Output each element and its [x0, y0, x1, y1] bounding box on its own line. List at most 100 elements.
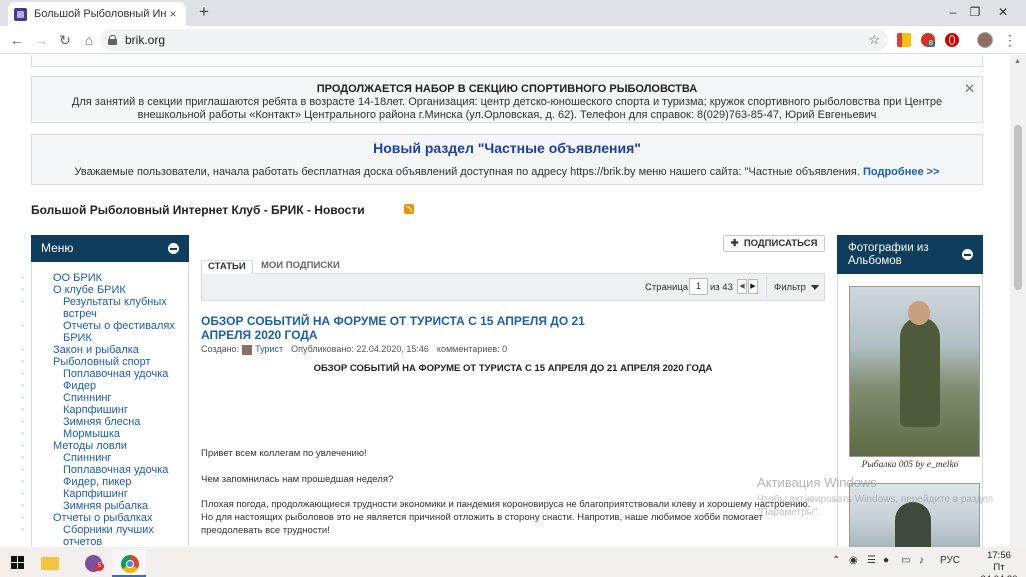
back-arrow-icon[interactable]: ← [8, 31, 26, 49]
menu-item[interactable]: О клубе БРИК [21, 284, 188, 296]
browser-toolbar: ← → ↻ ⌂ brik.org ☆ [0, 26, 1026, 54]
reload-icon[interactable]: ↻ [56, 31, 74, 49]
menu-item[interactable]: Методы ловли [21, 440, 188, 452]
menu-item[interactable]: Мормышка [21, 428, 188, 440]
menu-list: ОО БРИКО клубе БРИКРезультаты клубных вс… [21, 272, 188, 547]
clock-date: Пт 24.04.20 [981, 562, 1018, 577]
notice-section-banner: ПРОДОЛЖАЕТСЯ НАБОР В СЕКЦИЮ СПОРТИВНОГО … [31, 76, 983, 123]
menu-item[interactable]: Фидер [21, 380, 188, 392]
prev-page-icon[interactable]: ◀ [737, 279, 747, 294]
windows-activation-subtext: Чтобы активировать Windows, перейдите в … [757, 494, 994, 518]
article-paragraph: Чем запомнилась нам прошедшая неделя? [201, 474, 394, 485]
page-scrollbar[interactable]: ▲ [1010, 55, 1026, 547]
menu-item[interactable]: Результаты клубных встреч [21, 296, 188, 320]
published-date: Опубликовано: 22.04.2020, 15:46 [291, 344, 429, 354]
caret-down-icon [810, 284, 819, 290]
address-url[interactable]: brik.org [125, 33, 165, 47]
next-page-icon[interactable]: ▶ [748, 279, 758, 294]
subscribe-label: ПОДПИСАТЬСЯ [743, 238, 818, 249]
menu-item[interactable]: Карпфишинг [21, 488, 188, 500]
tray-display-icon[interactable]: ▭ [901, 555, 910, 566]
notice-ads-title: Новый раздел "Частные объявления" [373, 140, 641, 156]
notice-ads-banner: Новый раздел "Частные объявления" Уважае… [31, 134, 983, 185]
author-avatar [242, 344, 253, 355]
article-title-link[interactable]: ОБЗОР СОБЫТИЙ НА ФОРУМЕ ОТ ТУРИСТА С 15 … [201, 314, 601, 342]
extension-opera-icon[interactable] [945, 33, 959, 47]
home-icon[interactable]: ⌂ [80, 31, 98, 49]
rss-icon[interactable] [404, 204, 414, 214]
filter-dropdown[interactable]: Фильтр [774, 282, 819, 293]
address-bar[interactable]: brik.org ☆ [100, 29, 888, 51]
taskbar-explorer[interactable] [32, 550, 66, 577]
windows-start-icon[interactable] [11, 556, 25, 570]
viber-badge: 5 [95, 562, 104, 571]
subscribe-button[interactable]: ✚ ПОДПИСАТЬСЯ [723, 235, 825, 252]
menu-item[interactable]: Карпфишинг [21, 404, 188, 416]
tab-articles[interactable]: СТАТЬИ [201, 260, 253, 274]
forward-arrow-icon[interactable]: → [32, 31, 50, 49]
album-photo[interactable] [849, 286, 980, 457]
more-link[interactable]: Подробнее >> [863, 166, 939, 178]
extension-adblock-icon[interactable]: 8 [921, 33, 935, 47]
taskbar-chrome[interactable] [112, 550, 146, 577]
notice-section-title: ПРОДОЛЖАЕТСЯ НАБОР В СЕКЦИЮ СПОРТИВНОГО … [316, 83, 698, 95]
menu-item[interactable]: Фидер, пикер [21, 476, 188, 488]
tray-defender-icon[interactable]: ● [883, 555, 889, 566]
extension-bookmark-icon[interactable] [897, 33, 911, 47]
comments-count[interactable]: комментариев: 0 [437, 344, 507, 354]
menu-item[interactable]: Отчеты о рыбалках [21, 512, 188, 524]
menu-item[interactable]: ОО БРИК [21, 272, 188, 284]
menu-item[interactable]: Закон и рыбалка [21, 344, 188, 356]
menu-item[interactable]: Отчеты о фестивалях БРИК [21, 320, 188, 344]
profile-avatar[interactable] [977, 32, 993, 48]
article-meta: Создано: Турист Опубликовано: 22.04.2020, … [201, 344, 507, 355]
tray-speaker-icon[interactable]: ♪ [919, 555, 924, 566]
article-heading: ОБЗОР СОБЫТИЙ НА ФОРУМЕ ОТ ТУРИСТА С 15 … [313, 363, 713, 374]
window-close-button[interactable]: ✕ [980, 0, 1026, 26]
menu-item[interactable]: Зимняя блесна [21, 416, 188, 428]
author-link[interactable]: Турист [255, 344, 283, 354]
windows-taskbar: 5 ⌃ ◉ ☰ ● ▭ ♪ РУС 17:56 Пт 24.04.20 [0, 547, 1026, 577]
menu-item[interactable]: Сборники лучших отчетов [21, 524, 188, 547]
collapse-minus-icon[interactable] [168, 243, 179, 254]
lock-icon [108, 35, 117, 45]
header-panel-remainder [31, 55, 983, 67]
page-number-input[interactable]: 1 [689, 278, 708, 295]
menu-item[interactable]: Зимняя рыбалка [21, 500, 188, 512]
language-indicator[interactable]: РУС [940, 555, 960, 566]
tab-title: Большой Рыболовный Интерне [34, 8, 166, 20]
page-title: Большой Рыболовный Интернет Клуб - БРИК … [31, 203, 365, 217]
created-label: Создано: [201, 344, 240, 354]
menu-panel: ОО БРИКО клубе БРИКРезультаты клубных вс… [21, 262, 189, 547]
taskbar-viber[interactable]: 5 [76, 550, 110, 577]
pager-label: Страница [645, 282, 689, 293]
close-icon[interactable]: ✕ [964, 81, 975, 97]
tray-chevron-icon[interactable]: ⌃ [832, 555, 840, 566]
menu-item[interactable]: Поплавочная удочка [21, 368, 188, 380]
scroll-up-icon[interactable]: ▲ [1014, 58, 1021, 65]
clock-time: 17:56 [987, 550, 1011, 561]
folder-icon [41, 557, 59, 570]
menu-item[interactable]: Поплавочная удочка [21, 464, 188, 476]
photo-caption[interactable]: Рыбалка 005 by e_melko [837, 460, 983, 470]
taskbar-clock[interactable]: 17:56 Пт 24.04.20 [975, 550, 1023, 577]
tab-close-icon[interactable]: × [166, 7, 180, 21]
photo-person-head [908, 301, 930, 325]
extension-badge: 8 [927, 40, 935, 47]
tab-my-subscriptions[interactable]: МОИ ПОДПИСКИ [257, 260, 344, 274]
photos-title: Фотографии из Альбомов [848, 242, 929, 267]
article-paragraph: Привет всем коллегам по увлечению! [201, 448, 367, 459]
new-tab-button[interactable]: + [195, 3, 213, 21]
browser-tab[interactable]: Большой Рыболовный Интерне × [8, 2, 186, 26]
menu-item[interactable]: Спиннинг [21, 452, 188, 464]
menu-item[interactable]: Спиннинг [21, 392, 188, 404]
menu-item[interactable]: Рыболовный спорт [21, 356, 188, 368]
browser-menu-icon[interactable]: ⋮ [1003, 32, 1017, 49]
scrollbar-thumb[interactable] [1014, 125, 1022, 290]
tray-app-icon[interactable]: ◉ [849, 555, 858, 566]
collapse-minus-icon[interactable] [962, 249, 973, 260]
tray-network-icon[interactable]: ☰ [867, 555, 876, 566]
site-favicon-icon [14, 7, 27, 21]
notice-ads-text-wrap: Уважаемые пользователи, начала работать … [32, 166, 982, 178]
bookmark-star-icon[interactable]: ☆ [868, 32, 880, 48]
